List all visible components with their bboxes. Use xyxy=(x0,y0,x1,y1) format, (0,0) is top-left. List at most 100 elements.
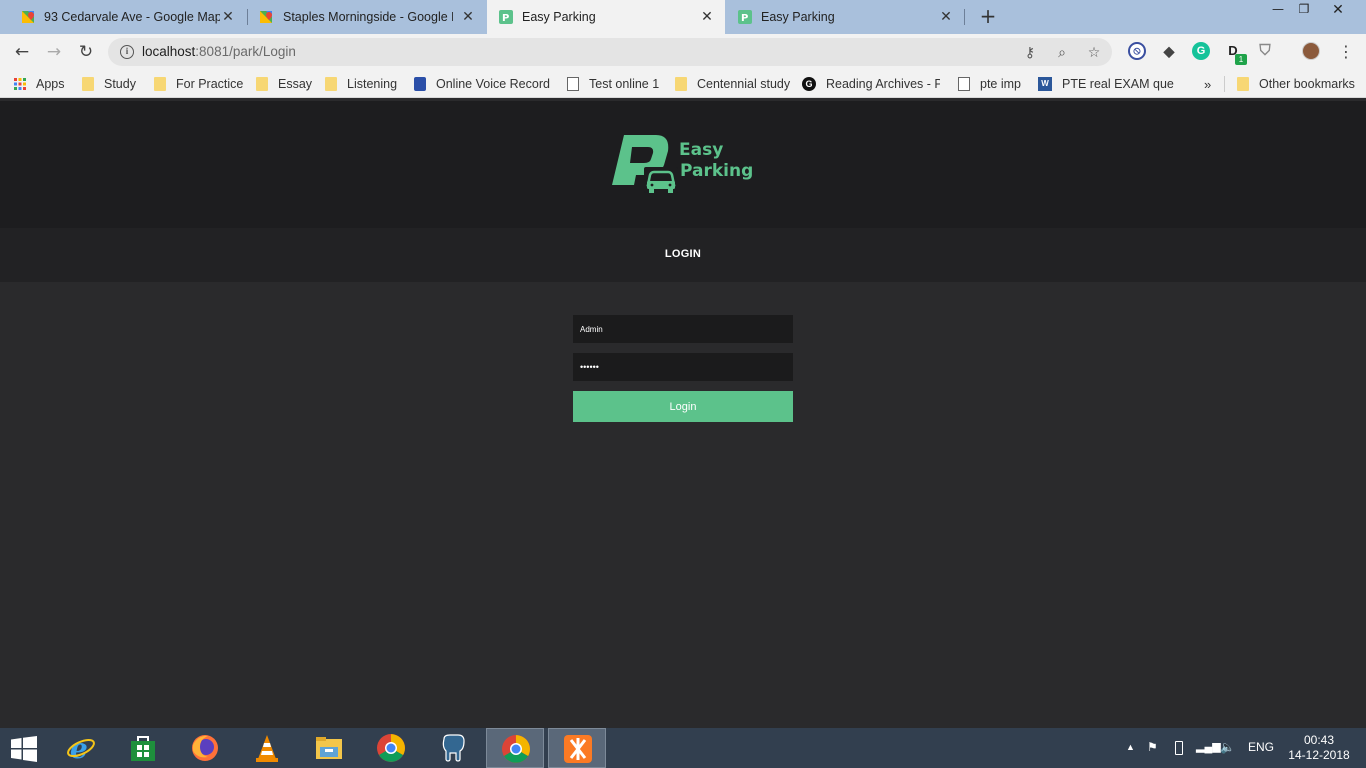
bookmark-test-online-1[interactable]: Test online 1 xyxy=(567,76,659,92)
taskbar-chrome-active[interactable] xyxy=(486,728,544,768)
site-navbar: LOGIN xyxy=(0,228,1366,282)
taskbar-vlc[interactable] xyxy=(238,728,296,768)
page-viewport: Easy Parking LOGIN Login xyxy=(0,101,1366,728)
close-tab-icon[interactable]: ✕ xyxy=(699,8,715,24)
folder-icon xyxy=(1237,77,1249,91)
nav-login-link[interactable]: LOGIN xyxy=(0,248,1366,260)
tab-easy-parking-active[interactable]: P Easy Parking ✕ xyxy=(487,0,725,34)
folder-icon xyxy=(154,77,166,91)
xampp-icon xyxy=(564,735,592,763)
login-button[interactable]: Login xyxy=(573,391,793,422)
tab-separator xyxy=(964,9,965,25)
site-info-icon[interactable]: i xyxy=(120,45,134,59)
bookmark-listening[interactable]: Listening xyxy=(325,76,397,92)
bookmark-other-bookmarks[interactable]: Other bookmarks xyxy=(1237,76,1355,92)
taskbar-firefox[interactable] xyxy=(176,728,234,768)
bookmark-label: pte imp xyxy=(980,77,1021,91)
username-input[interactable] xyxy=(573,315,793,343)
windows-logo-icon xyxy=(11,736,37,762)
reload-button[interactable]: ↻ xyxy=(76,42,96,62)
internet-explorer-icon: e xyxy=(67,733,95,763)
forward-button[interactable]: → xyxy=(44,42,64,62)
page-icon xyxy=(958,77,970,91)
bookmark-for-practice[interactable]: For Practice xyxy=(154,76,243,92)
volume-icon[interactable]: 🔈 xyxy=(1220,740,1235,754)
chrome-icon xyxy=(377,734,405,762)
taskbar-postgresql[interactable] xyxy=(424,728,482,768)
system-clock[interactable]: 00:43 14-12-2018 xyxy=(1284,733,1354,763)
url-host: localhost xyxy=(142,44,196,59)
key-icon[interactable]: ⚷ xyxy=(1022,45,1038,61)
minimize-button[interactable]: — xyxy=(1266,2,1290,20)
taskbar-internet-explorer[interactable]: e xyxy=(52,728,110,768)
bookmark-label: For Practice xyxy=(176,77,244,91)
bookmark-apps[interactable]: Apps xyxy=(14,76,65,92)
language-indicator[interactable]: ENG xyxy=(1248,740,1274,754)
bookmark-label: Study xyxy=(104,77,136,91)
bookmark-centennial-study[interactable]: Centennial study xyxy=(675,76,790,92)
tab-title: Staples Morningside - Google Maps xyxy=(283,10,453,24)
svg-text:e: e xyxy=(70,733,88,763)
clock-time: 00:43 xyxy=(1303,733,1335,747)
bookmark-reading-archives[interactable]: G Reading Archives - Pa xyxy=(802,76,940,92)
url-text: localhost:8081/park/Login xyxy=(142,44,296,59)
taskbar-file-explorer[interactable] xyxy=(300,728,358,768)
close-window-button[interactable]: ✕ xyxy=(1326,2,1350,20)
eraser-extension-icon[interactable]: ◆ xyxy=(1160,42,1178,60)
battery-icon[interactable] xyxy=(1175,741,1183,755)
firefox-icon xyxy=(192,735,218,761)
bookmark-pte-real-exam[interactable]: W PTE real EXAM questi xyxy=(1038,76,1174,92)
bookmark-essay[interactable]: Essay xyxy=(256,76,312,92)
tab-easy-parking[interactable]: P Easy Parking ✕ xyxy=(726,0,964,34)
tab-google-maps-cedarvale[interactable]: 93 Cedarvale Ave - Google Maps ✕ xyxy=(0,0,246,34)
grammarly-icon[interactable]: G xyxy=(1192,42,1210,60)
taskbar-chrome[interactable] xyxy=(362,728,420,768)
url-path: :8081/park/Login xyxy=(195,44,296,59)
bookmark-label: Test online 1 xyxy=(589,77,660,91)
file-explorer-icon xyxy=(316,737,342,759)
logo-line1: Easy xyxy=(679,140,723,160)
page-icon xyxy=(567,77,579,91)
profile-avatar[interactable] xyxy=(1302,42,1320,60)
bookmarks-divider xyxy=(1224,76,1225,92)
menu-kebab-icon[interactable]: ⋮ xyxy=(1336,42,1356,62)
new-tab-button[interactable]: + xyxy=(978,6,998,27)
bookmark-star-icon[interactable]: ☆ xyxy=(1086,45,1102,61)
bookmark-label: Listening xyxy=(347,77,398,91)
clock-date: 14-12-2018 xyxy=(1288,748,1350,762)
address-bar[interactable]: i localhost:8081/park/Login ⚷ ⌕ ☆ xyxy=(108,38,1112,66)
bookmark-online-voice-recorder[interactable]: Online Voice Recorder xyxy=(414,76,550,92)
shield-icon[interactable]: ⛉ xyxy=(1256,42,1274,60)
close-tab-icon[interactable]: ✕ xyxy=(220,8,236,24)
bookmark-study[interactable]: Study xyxy=(82,76,136,92)
vlc-cone-icon xyxy=(256,735,278,762)
recorder-icon xyxy=(414,77,426,91)
tab-title: Easy Parking xyxy=(761,10,835,24)
postgresql-elephant-icon xyxy=(442,734,465,762)
chrome-icon xyxy=(502,735,530,763)
bookmark-label: PTE real EXAM questi xyxy=(1062,77,1174,91)
extension-badge: 1 xyxy=(1235,54,1247,65)
windows-taskbar: e ▲ ⚑ ▂▄▆ 🔈 ENG 00:43 14-12-2018 xyxy=(0,728,1366,768)
action-flag-icon[interactable]: ⚑ xyxy=(1147,740,1158,754)
svg-text:P: P xyxy=(741,13,748,24)
zoom-icon[interactable]: ⌕ xyxy=(1054,45,1070,61)
password-input[interactable] xyxy=(573,353,793,381)
taskbar-xampp[interactable] xyxy=(548,728,606,768)
close-tab-icon[interactable]: ✕ xyxy=(460,8,476,24)
taskbar-microsoft-store[interactable] xyxy=(114,728,172,768)
easy-parking-logo[interactable]: Easy Parking xyxy=(610,133,756,195)
network-signal-icon[interactable]: ▂▄▆ xyxy=(1196,740,1221,753)
back-button[interactable]: ← xyxy=(12,42,32,62)
show-hidden-icons-button[interactable]: ▲ xyxy=(1126,742,1135,752)
bookmark-pte-imp[interactable]: pte imp xyxy=(958,76,1021,92)
bookmarks-overflow-button[interactable]: » xyxy=(1204,76,1211,92)
close-tab-icon[interactable]: ✕ xyxy=(938,8,954,24)
folder-icon xyxy=(325,77,337,91)
restore-button[interactable]: ❐ xyxy=(1292,2,1316,20)
start-button[interactable] xyxy=(0,728,50,768)
block-extension-icon[interactable]: ⦸ xyxy=(1128,42,1146,60)
bookmark-label: Essay xyxy=(278,77,313,91)
bookmark-label: Centennial study xyxy=(697,77,791,91)
tab-google-maps-staples[interactable]: Staples Morningside - Google Maps ✕ xyxy=(248,0,486,34)
